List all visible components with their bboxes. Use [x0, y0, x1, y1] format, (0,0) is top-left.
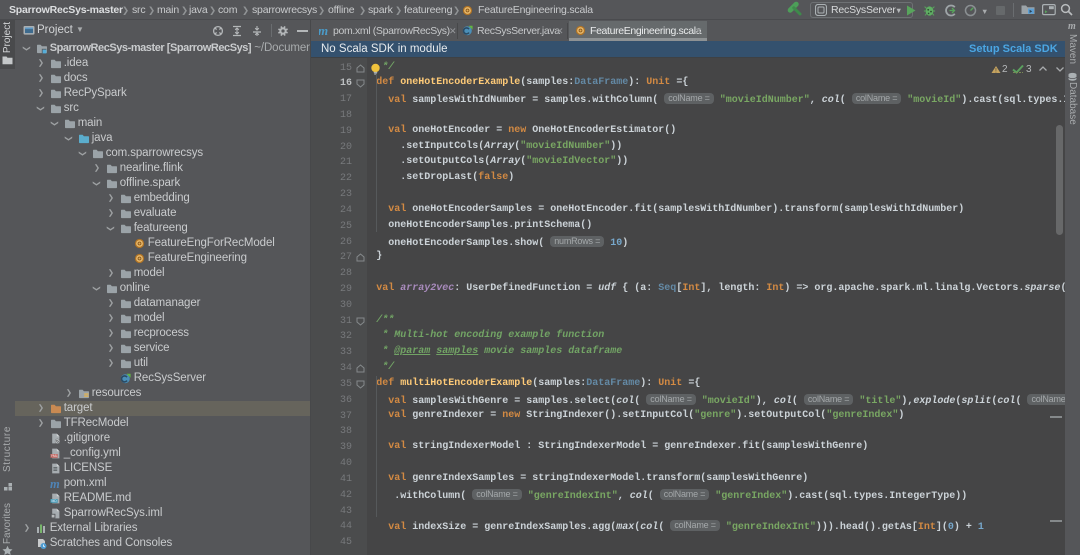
- svg-text:m: m: [50, 478, 60, 489]
- svg-text:YML: YML: [50, 454, 57, 458]
- svg-text:m: m: [319, 25, 328, 37]
- svg-text:MD: MD: [51, 499, 57, 503]
